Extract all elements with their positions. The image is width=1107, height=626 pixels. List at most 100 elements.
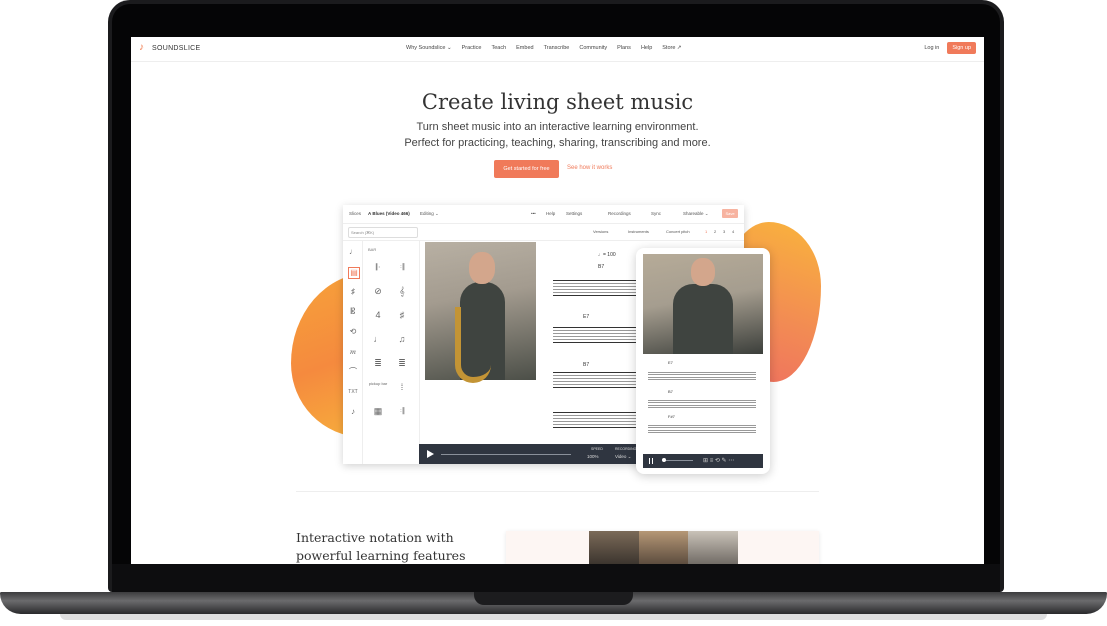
logo[interactable]: ♪ SOUNDSLICE xyxy=(139,43,201,53)
phone-playback-bar: ⊞ ≡ ⟲ ✎ ⋯ xyxy=(643,454,763,468)
brand-name: SOUNDSLICE xyxy=(152,44,201,52)
section-divider xyxy=(296,491,819,492)
progress-track[interactable] xyxy=(441,454,571,455)
slices-breadcrumb[interactable]: Slices xyxy=(349,211,361,216)
progress-handle[interactable] xyxy=(662,458,666,462)
key-signature-icon[interactable]: ♯ xyxy=(395,309,409,321)
recordings-button[interactable]: Recordings xyxy=(608,211,631,216)
settings-button[interactable]: Settings xyxy=(566,211,582,216)
treble-clef-icon[interactable]: 𝄞 xyxy=(395,285,409,297)
hero-subtitle-2: Perfect for practicing, teaching, sharin… xyxy=(404,137,711,149)
speed-value[interactable]: 100% xyxy=(587,454,599,459)
page-3[interactable]: 3 xyxy=(723,229,725,234)
editor-toolbar: Search (⌘K) Versions Instruments Concert… xyxy=(343,224,744,241)
thumbnail[interactable] xyxy=(638,531,689,564)
staff-line xyxy=(553,412,643,428)
thumbnail[interactable] xyxy=(688,531,739,564)
repeat-icon[interactable]: ⟲ xyxy=(348,327,358,337)
chord-label: B7 xyxy=(598,264,605,270)
nav-community[interactable]: Community xyxy=(579,45,607,51)
concert-pitch-toggle[interactable]: Concert pitch xyxy=(666,229,690,234)
phone-chord: B7 xyxy=(668,389,673,394)
staff-line xyxy=(553,327,643,343)
performer-body xyxy=(673,284,733,354)
repeat-end-icon[interactable]: 𝄇 xyxy=(395,261,409,273)
chord-label: E7 xyxy=(583,314,590,320)
see-how-link[interactable]: See how it works xyxy=(567,165,612,171)
repeat-start-icon[interactable]: 𝄆 xyxy=(371,261,385,273)
speed-label: SPEED xyxy=(591,447,603,451)
no-time-icon[interactable]: ⊘ xyxy=(371,285,385,297)
page-4[interactable]: 4 xyxy=(732,229,734,234)
palette-categories: ♩ ▤ ♯ 𝄡 ⟲ 𝆐 ⌒ TXT ♪ xyxy=(343,241,363,464)
pickup-bar-item[interactable]: pickup bar xyxy=(367,381,389,393)
recording-video[interactable] xyxy=(425,242,536,383)
accidental-icon[interactable]: ♯ xyxy=(348,287,358,297)
palette-search-input[interactable]: Search (⌘K) xyxy=(348,227,418,238)
login-link[interactable]: Log in xyxy=(924,45,939,51)
double-bar-icon[interactable]: ≣ xyxy=(371,357,385,369)
nav-help[interactable]: Help xyxy=(641,45,652,51)
get-started-button[interactable]: Get started for free xyxy=(494,160,559,178)
clef-icon[interactable]: 𝄡 xyxy=(348,307,358,317)
final-bar-icon[interactable]: ≣ xyxy=(395,357,409,369)
ornament-icon[interactable]: ♪ xyxy=(348,407,358,417)
more-button[interactable]: ••• xyxy=(531,211,536,216)
signup-button[interactable]: Sign up xyxy=(947,42,976,54)
phone-staff-line xyxy=(648,370,756,380)
nav-plans[interactable]: Plans xyxy=(617,45,631,51)
staff-line xyxy=(553,280,643,296)
slice-title: A Blues (Video 466) xyxy=(368,211,410,216)
nav-practice[interactable]: Practice xyxy=(462,45,482,51)
nav-transcribe[interactable]: Transcribe xyxy=(544,45,570,51)
fermata-icon[interactable]: ⌒ xyxy=(348,367,358,377)
phone-progress-track[interactable] xyxy=(663,460,693,461)
phone-screenshot: E7 B7 F#7 ⊞ ≡ ⟲ ✎ ⋯ xyxy=(636,248,770,474)
nav-store[interactable]: Store ↗ xyxy=(662,45,681,51)
nav-auth: Log in Sign up xyxy=(924,42,976,54)
shareable-select[interactable]: Shareable ⌄ xyxy=(683,211,709,217)
editor-topbar: Slices A Blues (Video 466) Editing ⌄ •••… xyxy=(343,205,744,224)
performer-face xyxy=(691,258,715,286)
repeat-bar-icon[interactable]: 𝄇 xyxy=(395,405,409,417)
chord-label: B7 xyxy=(583,362,590,368)
phone-staff-line xyxy=(648,423,756,433)
page-2[interactable]: 2 xyxy=(714,229,716,234)
phone-controls-icons[interactable]: ⊞ ≡ ⟲ ✎ ⋯ xyxy=(703,457,734,464)
phone-chord: F#7 xyxy=(668,414,675,419)
nav-teach[interactable]: Teach xyxy=(491,45,506,51)
save-button[interactable]: Save xyxy=(722,209,738,218)
mode-select[interactable]: Editing ⌄ xyxy=(420,211,439,217)
nav-links: Why Soundslice ⌄ Practice Teach Embed Tr… xyxy=(406,45,682,51)
dynamics-icon[interactable]: 𝆐 xyxy=(348,347,358,357)
time-signature-icon[interactable]: 4 xyxy=(371,309,385,321)
play-icon[interactable] xyxy=(427,450,434,458)
instruments-button[interactable]: Instruments xyxy=(628,229,649,234)
versions-button[interactable]: Versions xyxy=(593,229,608,234)
phone-video[interactable] xyxy=(643,254,763,354)
tempo-icon[interactable]: ♩ xyxy=(371,333,385,345)
bar-width-icon[interactable]: ⁞ xyxy=(395,381,409,393)
top-nav: ♪ SOUNDSLICE Why Soundslice ⌄ Practice T… xyxy=(131,37,984,62)
text-icon[interactable]: TXT xyxy=(348,387,358,397)
sync-button[interactable]: Sync xyxy=(651,211,661,216)
pause-icon[interactable] xyxy=(649,458,653,464)
swing-icon[interactable]: ♫ xyxy=(395,333,409,345)
recording-select[interactable]: Video ⌄ xyxy=(615,454,631,460)
performer-face xyxy=(469,252,495,284)
soundslice-logo-icon: ♪ xyxy=(139,42,145,53)
nav-why[interactable]: Why Soundslice ⌄ xyxy=(406,45,452,51)
nav-embed[interactable]: Embed xyxy=(516,45,533,51)
notation-palette: ♩ ▤ ♯ 𝄡 ⟲ 𝆐 ⌒ TXT ♪ BAR 𝄆 𝄇 ⊘ 𝄞 4 ♯ ♩ ♫ xyxy=(343,241,420,464)
note-icon[interactable]: ♩ xyxy=(348,247,358,257)
thumbnail[interactable] xyxy=(589,531,639,564)
phone-chord: E7 xyxy=(668,360,673,365)
bar-icon[interactable]: ▤ xyxy=(348,267,360,279)
saxophone-shape xyxy=(455,307,491,383)
page-1[interactable]: 1 xyxy=(705,229,707,234)
video-thumbnails xyxy=(589,531,739,564)
grid-icon[interactable]: ▦ xyxy=(371,405,385,417)
help-button[interactable]: Help xyxy=(546,211,555,216)
laptop-shadow xyxy=(60,614,1047,620)
laptop-notch xyxy=(474,592,633,605)
